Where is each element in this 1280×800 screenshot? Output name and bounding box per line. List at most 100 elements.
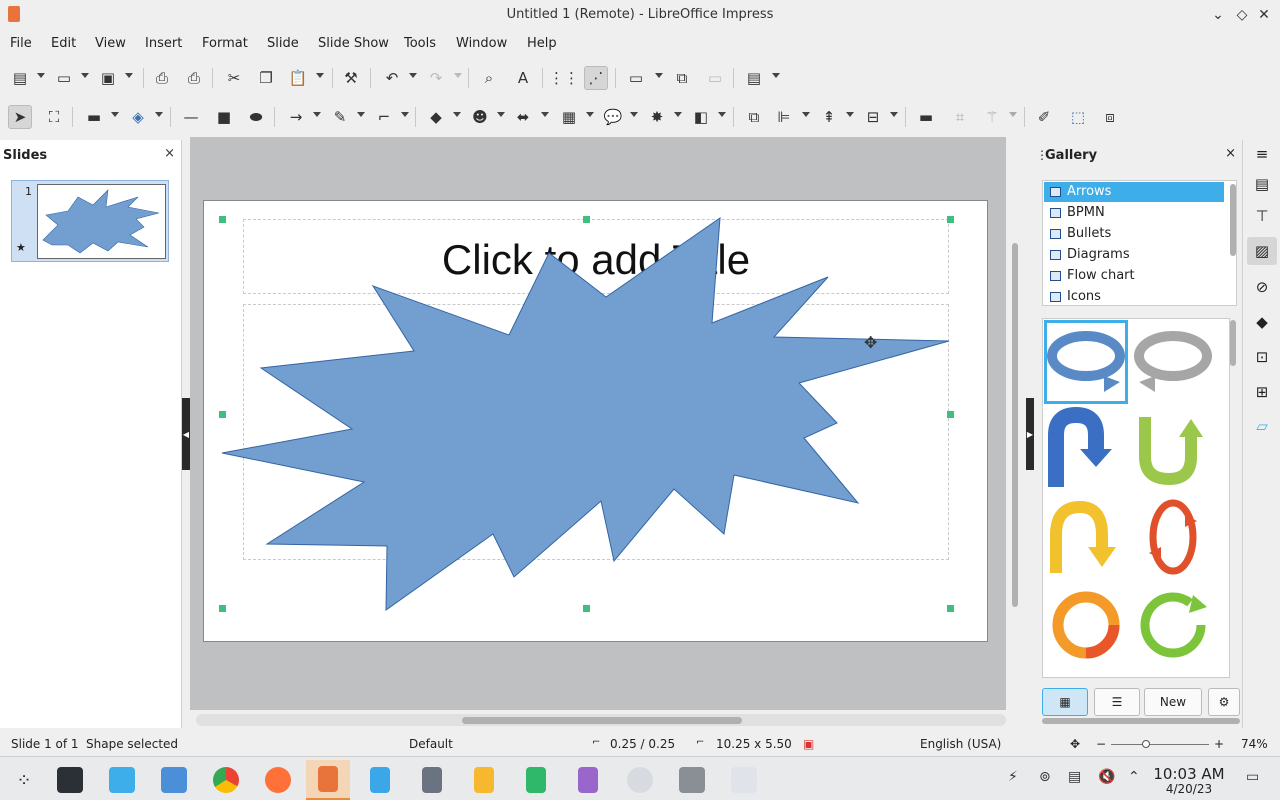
gallery-item-recycle-arrows-orange[interactable]	[1044, 583, 1128, 667]
sidebar-menu-icon[interactable]: ≡	[1247, 140, 1277, 168]
undo-icon[interactable]: ↶	[380, 66, 404, 90]
minimize-icon[interactable]: ⌄	[1208, 5, 1228, 25]
selection-handle-left[interactable]	[219, 411, 226, 418]
curves-dropdown-icon[interactable]	[357, 112, 365, 117]
slide-thumbnail-1[interactable]: 1 ★	[11, 180, 169, 262]
close-slides-panel-icon[interactable]: ×	[164, 146, 175, 161]
line-icon[interactable]: —	[179, 105, 203, 129]
zoom-slider-knob[interactable]	[1142, 740, 1150, 748]
properties-tab-icon[interactable]: ▤	[1247, 170, 1277, 198]
display-views-icon[interactable]: ▭	[624, 66, 648, 90]
math-task[interactable]	[410, 760, 454, 800]
shadow-icon[interactable]: ▬	[914, 105, 938, 129]
filter-icon[interactable]: ⚚	[980, 105, 1004, 129]
libreoffice-start-task[interactable]	[462, 760, 506, 800]
align-dropdown-icon[interactable]	[802, 112, 810, 117]
selection-handle-right[interactable]	[947, 411, 954, 418]
selection-handle-top-right[interactable]	[947, 216, 954, 223]
system-settings-task[interactable]	[48, 760, 92, 800]
distribute-icon[interactable]: ⊟	[861, 105, 885, 129]
fill-color-dropdown-icon[interactable]	[155, 112, 163, 117]
gallery-item-circle-arrow-green[interactable]	[1131, 583, 1215, 667]
open-dropdown-icon[interactable]	[81, 73, 89, 78]
icon-view-button[interactable]: ▦	[1042, 688, 1088, 716]
horizontal-scrollbar[interactable]	[196, 714, 1006, 726]
zoom-slider-track[interactable]	[1111, 744, 1209, 745]
basic-shapes-dropdown-icon[interactable]	[453, 112, 461, 117]
toggle-extrusion-icon[interactable]: ⬚	[1066, 105, 1090, 129]
connectors-dropdown-icon[interactable]	[401, 112, 409, 117]
fill-color-icon[interactable]: ◈	[126, 105, 150, 129]
shapes-tab-icon[interactable]: ◆	[1247, 308, 1277, 336]
points-icon[interactable]: ✐	[1032, 105, 1056, 129]
navigator-tab-icon[interactable]: ⊘	[1247, 273, 1277, 301]
save-dropdown-icon[interactable]	[125, 73, 133, 78]
block-arrows-dropdown-icon[interactable]	[541, 112, 549, 117]
writer-task[interactable]	[358, 760, 402, 800]
crop-image-icon[interactable]: ⌗	[948, 105, 972, 129]
3d-objects-dropdown-icon[interactable]	[718, 112, 726, 117]
show-desktop-icon[interactable]: ▭	[1246, 769, 1259, 785]
gallery-item-u-turn-arrow-blue[interactable]	[1044, 406, 1128, 491]
theme-bullets[interactable]: Bullets	[1044, 224, 1224, 244]
volume-muted-icon[interactable]: 🔇	[1098, 769, 1115, 785]
base-task[interactable]	[566, 760, 610, 800]
vertical-scroll-thumb[interactable]	[1012, 243, 1018, 607]
animation-tab-icon[interactable]: ⊡	[1247, 343, 1277, 371]
basic-shapes-icon[interactable]: ◆	[424, 105, 448, 129]
theme-list-scroll-thumb[interactable]	[1230, 184, 1236, 256]
horizontal-scroll-thumb[interactable]	[462, 717, 742, 724]
clipboard-tray-icon[interactable]: ▤	[1068, 769, 1081, 785]
display-views-dropdown-icon[interactable]	[655, 73, 663, 78]
language-status[interactable]: English (USA)	[920, 737, 1001, 751]
theme-bpmn[interactable]: BPMN	[1044, 203, 1224, 223]
align-objects-icon[interactable]: ⊫	[772, 105, 796, 129]
line-color-icon[interactable]: ▬	[82, 105, 106, 129]
theme-diagrams[interactable]: Diagrams	[1044, 245, 1224, 265]
menu-edit[interactable]: Edit	[51, 36, 76, 51]
theme-icons[interactable]: Icons	[1044, 287, 1224, 305]
undo-dropdown-icon[interactable]	[409, 73, 417, 78]
zoom-in-button[interactable]: +	[1214, 737, 1224, 751]
collapse-left-icon[interactable]: ◀	[182, 398, 190, 470]
lines-arrows-dropdown-icon[interactable]	[313, 112, 321, 117]
menu-window[interactable]: Window	[456, 36, 507, 51]
gallery-item-circular-arrow-gray[interactable]	[1131, 320, 1215, 404]
redo-icon[interactable]: ↷	[424, 66, 448, 90]
gallery-tab-icon[interactable]: ▨	[1247, 237, 1277, 265]
gallery-item-circular-arrow-blue[interactable]	[1044, 320, 1128, 404]
transformations-icon[interactable]: ⧉	[742, 105, 766, 129]
chrome-task[interactable]	[204, 760, 248, 800]
firefox-task[interactable]	[256, 760, 300, 800]
menu-view[interactable]: View	[95, 36, 126, 51]
discover-store-task[interactable]	[100, 760, 144, 800]
theme-flow-chart[interactable]: Flow chart	[1044, 266, 1224, 286]
gallery-item-arc-arrow-yellow[interactable]	[1044, 495, 1128, 579]
flowchart-dropdown-icon[interactable]	[586, 112, 594, 117]
arrange-icon[interactable]: ⇞	[817, 105, 841, 129]
callouts-dropdown-icon[interactable]	[630, 112, 638, 117]
fit-slide-icon[interactable]: ✥	[1070, 737, 1080, 751]
network-tray-icon[interactable]: ⚡	[1008, 769, 1018, 785]
master-slide-name[interactable]: Default	[409, 737, 453, 751]
slide-canvas[interactable]: Click to add Title ✥	[203, 200, 988, 642]
flowchart-icon[interactable]: ▦	[557, 105, 581, 129]
display-grid-icon[interactable]: ⋮⋮	[549, 66, 579, 90]
collapse-right-icon[interactable]: ▶	[1026, 398, 1034, 470]
close-icon[interactable]: ✕	[1254, 5, 1274, 25]
master-slides-tab-icon[interactable]: ⊞	[1247, 378, 1277, 406]
selection-handle-top-left[interactable]	[219, 216, 226, 223]
ellipse-icon[interactable]: ⬬	[244, 105, 268, 129]
menu-file[interactable]: File	[10, 36, 32, 51]
find-replace-icon[interactable]: ⌕	[477, 66, 501, 90]
gallery-items-scroll-thumb[interactable]	[1230, 320, 1236, 366]
detail-view-button[interactable]: ☰	[1094, 688, 1140, 716]
distribute-dropdown-icon[interactable]	[890, 112, 898, 117]
file-manager-task[interactable]	[152, 760, 196, 800]
rectangle-icon[interactable]: ■	[212, 105, 236, 129]
zoom-percent[interactable]: 74%	[1241, 737, 1268, 751]
vertical-scrollbar[interactable]	[1008, 137, 1024, 712]
line-arrow-icon[interactable]: →	[284, 105, 308, 129]
filter-dropdown-icon[interactable]	[1009, 112, 1017, 117]
menu-format[interactable]: Format	[202, 36, 248, 51]
